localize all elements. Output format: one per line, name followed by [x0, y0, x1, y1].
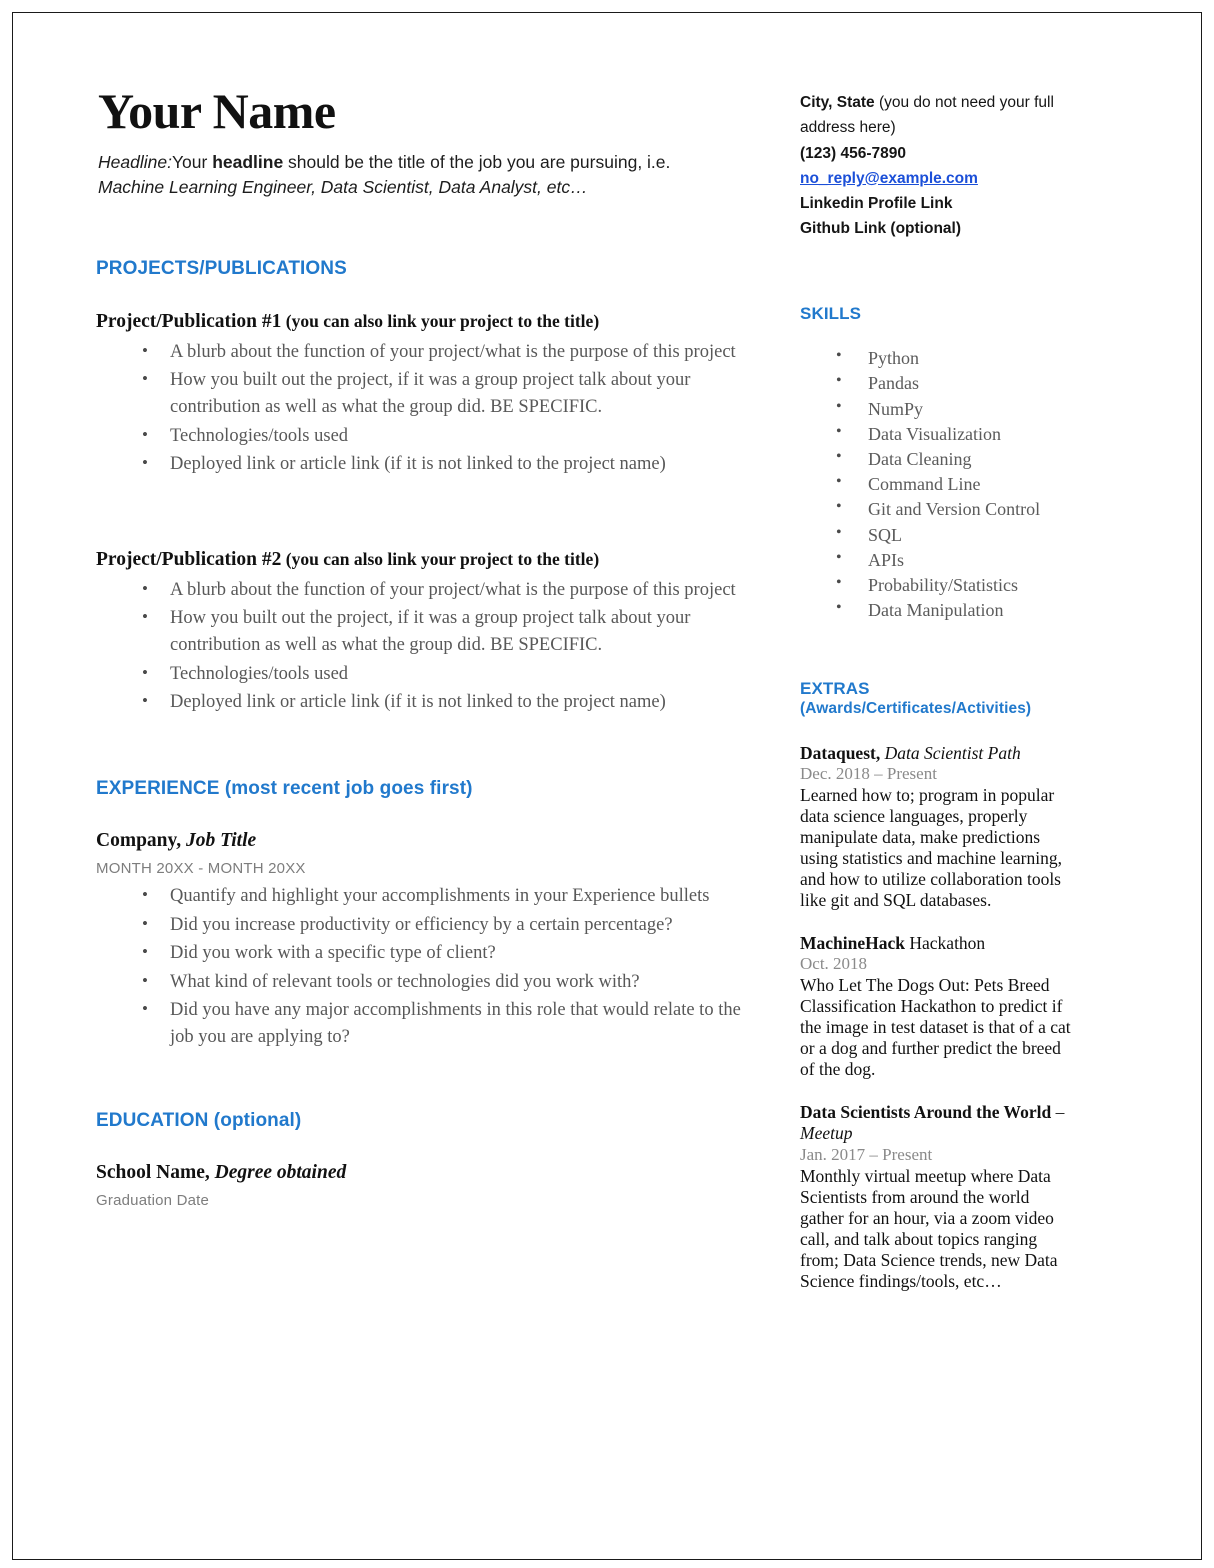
headline-examples: Machine Learning Engineer, Data Scientis… [98, 176, 588, 197]
extras-entry-title: Dataquest, Data Scientist Path [800, 743, 1076, 764]
list-item: Deployed link or article link (if it is … [142, 688, 756, 716]
skills-list: Python Pandas NumPy Data Visualization D… [800, 345, 1076, 623]
extras-entry-date: Oct. 2018 [800, 954, 868, 974]
list-item: Python [836, 345, 1076, 371]
education-school: School Name, [96, 1161, 210, 1183]
project-2-title-sub: (you can also link your project to the t… [281, 548, 600, 569]
experience-company-title: Company, Job Title [96, 830, 756, 852]
education-graduation-date: Graduation Date [96, 1191, 210, 1209]
contact-city-state: City, State [800, 94, 875, 111]
project-2-title-main[interactable]: Project/Publication #2 [96, 549, 281, 570]
extras-title-regular: – [1051, 1102, 1065, 1123]
experience-bullets: Quantify and highlight your accomplishme… [96, 882, 756, 1052]
list-item: How you built out the project, if it was… [142, 366, 756, 422]
project-entry-1: Project/Publication #1 (you can also lin… [96, 311, 756, 479]
list-item: APIs [836, 547, 1076, 573]
projects-section: PROJECTS/PUBLICATIONS Project/Publicatio… [96, 258, 756, 717]
extras-title-italic: Data Scientist Path [880, 742, 1021, 763]
experience-section-heading: EXPERIENCE (most recent job goes first) [96, 778, 473, 800]
right-column: City, State (you do not need your full a… [800, 86, 1076, 1292]
page-title: Your Name [98, 83, 336, 139]
extras-title-regular: Hackathon [905, 933, 986, 954]
list-item: Data Cleaning [836, 446, 1076, 472]
project-1-title: Project/Publication #1 (you can also lin… [96, 311, 756, 333]
contact-block: City, State (you do not need your full a… [800, 90, 1076, 242]
experience-dates: MONTH 20XX - MONTH 20XX [96, 860, 306, 878]
headline-block: Headline:Your headline should be the tit… [98, 150, 748, 200]
list-item: Technologies/tools used [142, 422, 756, 450]
experience-job-title: Job Title [181, 830, 257, 852]
extras-section-heading: EXTRAS (Awards/Certificates/Activities) [800, 679, 1076, 719]
extras-title-bold: MachineHack [800, 933, 905, 954]
project-1-bullets: A blurb about the function of your proje… [96, 338, 756, 479]
education-entry: School Name, Degree obtained Graduation … [96, 1162, 756, 1209]
project-1-title-main[interactable]: Project/Publication #1 [96, 311, 281, 332]
list-item: A blurb about the function of your proje… [142, 576, 756, 604]
extras-title-italic: Meetup [800, 1123, 853, 1144]
resume-page: Your Name Headline:Your headline should … [0, 0, 1214, 1568]
list-item: Did you have any major accomplishments i… [142, 996, 756, 1052]
education-section: EDUCATION (optional) School Name, Degree… [96, 1110, 756, 1209]
extras-entry-title: MachineHack Hackathon [800, 933, 1076, 954]
skills-section: SKILLS Python Pandas NumPy Data Visualiz… [800, 304, 1076, 624]
project-2-bullets: A blurb about the function of your proje… [96, 576, 756, 717]
extras-entry-dataquest: Dataquest, Data Scientist Path Dec. 2018… [800, 743, 1076, 911]
list-item: Data Manipulation [836, 597, 1076, 623]
extras-section: EXTRAS (Awards/Certificates/Activities) … [800, 679, 1076, 1291]
extras-title-bold: Dataquest, [800, 742, 881, 763]
contact-email-link[interactable]: no_reply@example.com [800, 170, 978, 187]
list-item: SQL [836, 522, 1076, 548]
list-item: Did you work with a specific type of cli… [142, 939, 756, 967]
headline-text-1: Your [171, 152, 213, 172]
list-item: Probability/Statistics [836, 572, 1076, 598]
experience-entry: Company, Job Title MONTH 20XX - MONTH 20… [96, 830, 756, 1051]
skills-section-heading: SKILLS [800, 303, 862, 323]
project-2-title: Project/Publication #2 (you can also lin… [96, 549, 756, 571]
list-item: Data Visualization [836, 421, 1076, 447]
project-1-title-sub: (you can also link your project to the t… [281, 310, 600, 331]
extras-entry-machinehack: MachineHack Hackathon Oct. 2018 Who Let … [800, 933, 1076, 1080]
list-item: A blurb about the function of your proje… [142, 338, 756, 366]
list-item: Did you increase productivity or efficie… [142, 911, 756, 939]
resume-content: Your Name Headline:Your headline should … [0, 0, 1214, 1568]
contact-phone: (123) 456-7890 [800, 144, 906, 162]
list-item: Quantify and highlight your accomplishme… [142, 882, 756, 910]
extras-entry-title: Data Scientists Around the World – Meetu… [800, 1102, 1076, 1145]
list-item: Technologies/tools used [142, 660, 756, 688]
list-item: What kind of relevant tools or technolog… [142, 968, 756, 996]
extras-entry-body: Who Let The Dogs Out: Pets Breed Classif… [800, 975, 1071, 1080]
list-item: NumPy [836, 396, 1076, 422]
experience-section: EXPERIENCE (most recent job goes first) … [96, 778, 756, 1051]
list-item: Pandas [836, 370, 1076, 396]
left-column: Your Name Headline:Your headline should … [96, 86, 756, 1209]
extras-entry-meetup: Data Scientists Around the World – Meetu… [800, 1102, 1076, 1291]
extras-heading-main: EXTRAS [800, 679, 870, 699]
extras-title-bold: Data Scientists Around the World [800, 1102, 1052, 1123]
projects-section-heading: PROJECTS/PUBLICATIONS [96, 257, 347, 279]
extras-entry-date: Jan. 2017 – Present [800, 1144, 933, 1164]
extras-entry-body: Learned how to; program in popular data … [800, 785, 1062, 911]
headline-label: Headline: [98, 152, 172, 172]
list-item: How you built out the project, if it was… [142, 604, 756, 660]
contact-linkedin-link[interactable]: Linkedin Profile Link [800, 195, 952, 212]
extras-entry-body: Monthly virtual meetup where Data Scient… [800, 1165, 1058, 1291]
headline-bold-word: headline [212, 152, 284, 172]
experience-company: Company, [96, 830, 182, 852]
contact-github-link[interactable]: Github Link (optional) [800, 220, 961, 237]
list-item: Command Line [836, 471, 1076, 497]
education-degree: Degree obtained [209, 1161, 347, 1183]
extras-entry-date: Dec. 2018 – Present [800, 764, 937, 784]
headline-text-2: should be the title of the job you are p… [283, 152, 671, 172]
list-item: Git and Version Control [836, 496, 1076, 522]
education-school-title: School Name, Degree obtained [96, 1162, 756, 1184]
list-item: Deployed link or article link (if it is … [142, 450, 756, 478]
extras-heading-sub: (Awards/Certificates/Activities) [800, 700, 1032, 718]
project-entry-2: Project/Publication #2 (you can also lin… [96, 549, 756, 717]
education-section-heading: EDUCATION (optional) [96, 1109, 302, 1131]
